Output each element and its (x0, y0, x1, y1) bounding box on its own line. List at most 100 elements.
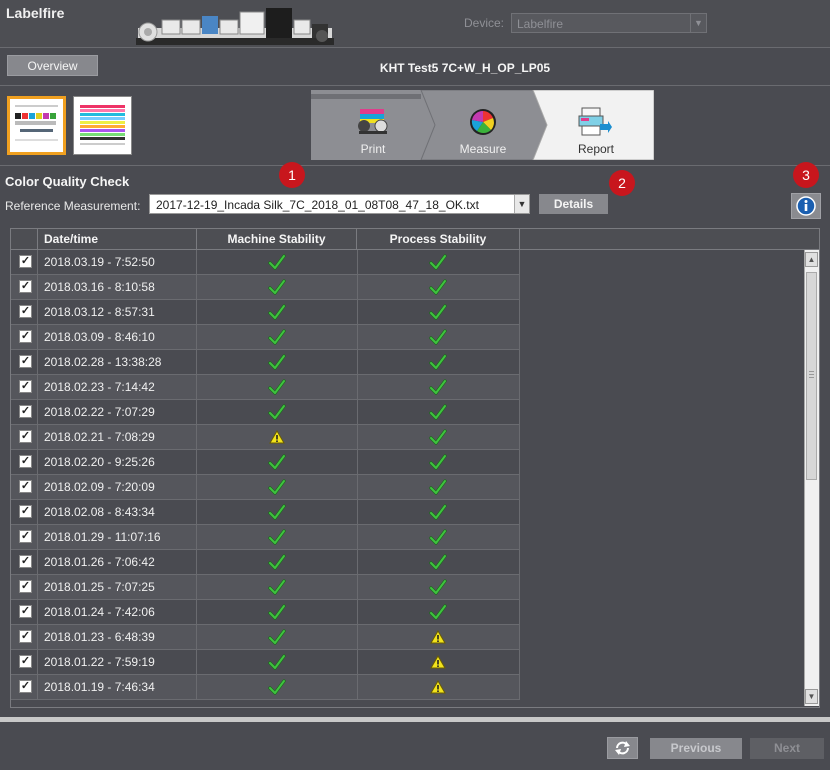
row-checkbox-cell: ✓ (11, 300, 38, 324)
row-checkbox[interactable]: ✓ (19, 430, 32, 443)
process-stability-cell (356, 550, 520, 574)
table-row[interactable]: ✓ 2018.02.08 - 8:43:34 (11, 500, 520, 525)
reference-measurement-select[interactable]: 2017-12-19_Incada Silk_7C_2018_01_08T08_… (149, 194, 530, 214)
row-checkbox[interactable]: ✓ (19, 480, 32, 493)
check-ok-icon (268, 529, 286, 545)
device-label: Device: (464, 16, 505, 30)
table-row[interactable]: ✓ 2018.01.29 - 11:07:16 (11, 525, 520, 550)
table-row[interactable]: ✓ 2018.01.25 - 7:07:25 (11, 575, 520, 600)
row-checkbox-cell: ✓ (11, 575, 38, 599)
row-checkbox[interactable]: ✓ (19, 505, 32, 518)
table-row[interactable]: ✓ 2018.02.28 - 13:38:28 (11, 350, 520, 375)
header-machine-stability[interactable]: Machine Stability (197, 229, 357, 249)
step-report-label[interactable]: Report (546, 142, 646, 156)
row-checkbox-cell: ✓ (11, 550, 38, 574)
color-bars-preview-icon (74, 97, 131, 154)
check-ok-icon (428, 579, 447, 595)
row-datetime: 2018.03.09 - 8:46:10 (44, 330, 155, 344)
table-row[interactable]: ✓ 2018.02.23 - 7:14:42 (11, 375, 520, 400)
table-row[interactable]: ✓ 2018.01.26 - 7:06:42 (11, 550, 520, 575)
details-button[interactable]: Details (539, 194, 608, 214)
measurements-table: Date/time Machine Stability Process Stab… (10, 228, 820, 708)
process-stability-cell (356, 325, 520, 349)
callout-badge-2: 2 (609, 170, 635, 196)
process-stability-cell (356, 650, 520, 674)
row-datetime: 2018.02.09 - 7:20:09 (44, 480, 155, 494)
table-row[interactable]: ✓ 2018.01.19 - 7:46:34 (11, 675, 520, 700)
overview-button[interactable]: Overview (7, 55, 98, 76)
row-datetime: 2018.02.28 - 13:38:28 (44, 355, 162, 369)
table-row[interactable]: ✓ 2018.03.19 - 7:52:50 (11, 250, 520, 275)
row-checkbox[interactable]: ✓ (19, 605, 32, 618)
row-checkbox[interactable]: ✓ (19, 580, 32, 593)
process-stability-cell (356, 675, 520, 699)
table-row[interactable]: ✓ 2018.01.23 - 6:48:39 (11, 625, 520, 650)
step-measure-label[interactable]: Measure (433, 142, 533, 156)
section-title: Color Quality Check (5, 174, 130, 189)
check-ok-icon (428, 529, 447, 545)
header-datetime[interactable]: Date/time (38, 229, 197, 249)
machine-stability-cell (196, 575, 358, 599)
check-ok-icon (268, 654, 286, 670)
row-checkbox[interactable]: ✓ (19, 530, 32, 543)
process-stability-cell (356, 375, 520, 399)
table-row[interactable]: ✓ 2018.03.09 - 8:46:10 (11, 325, 520, 350)
check-ok-icon (268, 679, 286, 695)
device-select[interactable]: Labelfire ▼ (511, 13, 707, 33)
table-row[interactable]: ✓ 2018.02.22 - 7:07:29 (11, 400, 520, 425)
check-ok-icon (268, 554, 286, 570)
check-ok-icon (428, 454, 447, 470)
refresh-button[interactable] (607, 737, 638, 759)
measure-color-wheel-icon (470, 109, 496, 135)
info-button[interactable] (791, 193, 821, 219)
row-checkbox-cell: ✓ (11, 600, 38, 624)
machine-stability-cell (196, 525, 358, 549)
refresh-icon (615, 741, 630, 755)
table-row[interactable]: ✓ 2018.03.16 - 8:10:58 (11, 275, 520, 300)
scrollbar-thumb[interactable] (806, 272, 817, 480)
machine-stability-cell (196, 625, 358, 649)
warning-icon (429, 655, 446, 669)
machine-stability-cell (196, 275, 358, 299)
table-header: Date/time Machine Stability Process Stab… (11, 229, 819, 250)
table-row[interactable]: ✓ 2018.01.22 - 7:59:19 (11, 650, 520, 675)
row-checkbox[interactable]: ✓ (19, 330, 32, 343)
table-row[interactable]: ✓ 2018.02.21 - 7:08:29 (11, 425, 520, 450)
report-thumbnail-active[interactable] (7, 96, 66, 155)
warning-icon (269, 430, 285, 444)
step-print-label[interactable]: Print (323, 142, 423, 156)
previous-button[interactable]: Previous (650, 738, 742, 759)
machine-stability-cell (196, 250, 358, 274)
next-button[interactable]: Next (750, 738, 824, 759)
row-checkbox-cell: ✓ (11, 650, 38, 674)
table-row[interactable]: ✓ 2018.02.20 - 9:25:26 (11, 450, 520, 475)
row-checkbox[interactable]: ✓ (19, 680, 32, 693)
check-ok-icon (428, 429, 447, 445)
table-body: ✓ 2018.03.19 - 7:52:50 ✓ 2018.03.16 - 8:10:… (11, 250, 520, 700)
row-checkbox[interactable]: ✓ (19, 405, 32, 418)
row-checkbox[interactable]: ✓ (19, 380, 32, 393)
row-checkbox[interactable]: ✓ (19, 630, 32, 643)
row-checkbox[interactable]: ✓ (19, 255, 32, 268)
app-title: Labelfire (6, 5, 65, 21)
row-checkbox[interactable]: ✓ (19, 305, 32, 318)
row-checkbox[interactable]: ✓ (19, 455, 32, 468)
row-checkbox[interactable]: ✓ (19, 355, 32, 368)
table-row[interactable]: ✓ 2018.02.09 - 7:20:09 (11, 475, 520, 500)
header-process-stability[interactable]: Process Stability (357, 229, 520, 249)
scroll-up-arrow-icon[interactable]: ▲ (805, 252, 818, 267)
row-checkbox[interactable]: ✓ (19, 655, 32, 668)
process-stability-cell (356, 400, 520, 424)
check-ok-icon (268, 404, 286, 420)
color-bars-thumbnail[interactable] (73, 96, 132, 155)
row-checkbox[interactable]: ✓ (19, 280, 32, 293)
process-stability-cell (356, 350, 520, 374)
table-row[interactable]: ✓ 2018.01.24 - 7:42:06 (11, 600, 520, 625)
process-stability-cell (356, 425, 520, 449)
press-machine-illustration (136, 8, 334, 45)
check-ok-icon (428, 329, 447, 345)
scroll-down-arrow-icon[interactable]: ▼ (805, 689, 818, 704)
table-row[interactable]: ✓ 2018.03.12 - 8:57:31 (11, 300, 520, 325)
row-checkbox[interactable]: ✓ (19, 555, 32, 568)
row-checkbox-cell: ✓ (11, 400, 38, 424)
